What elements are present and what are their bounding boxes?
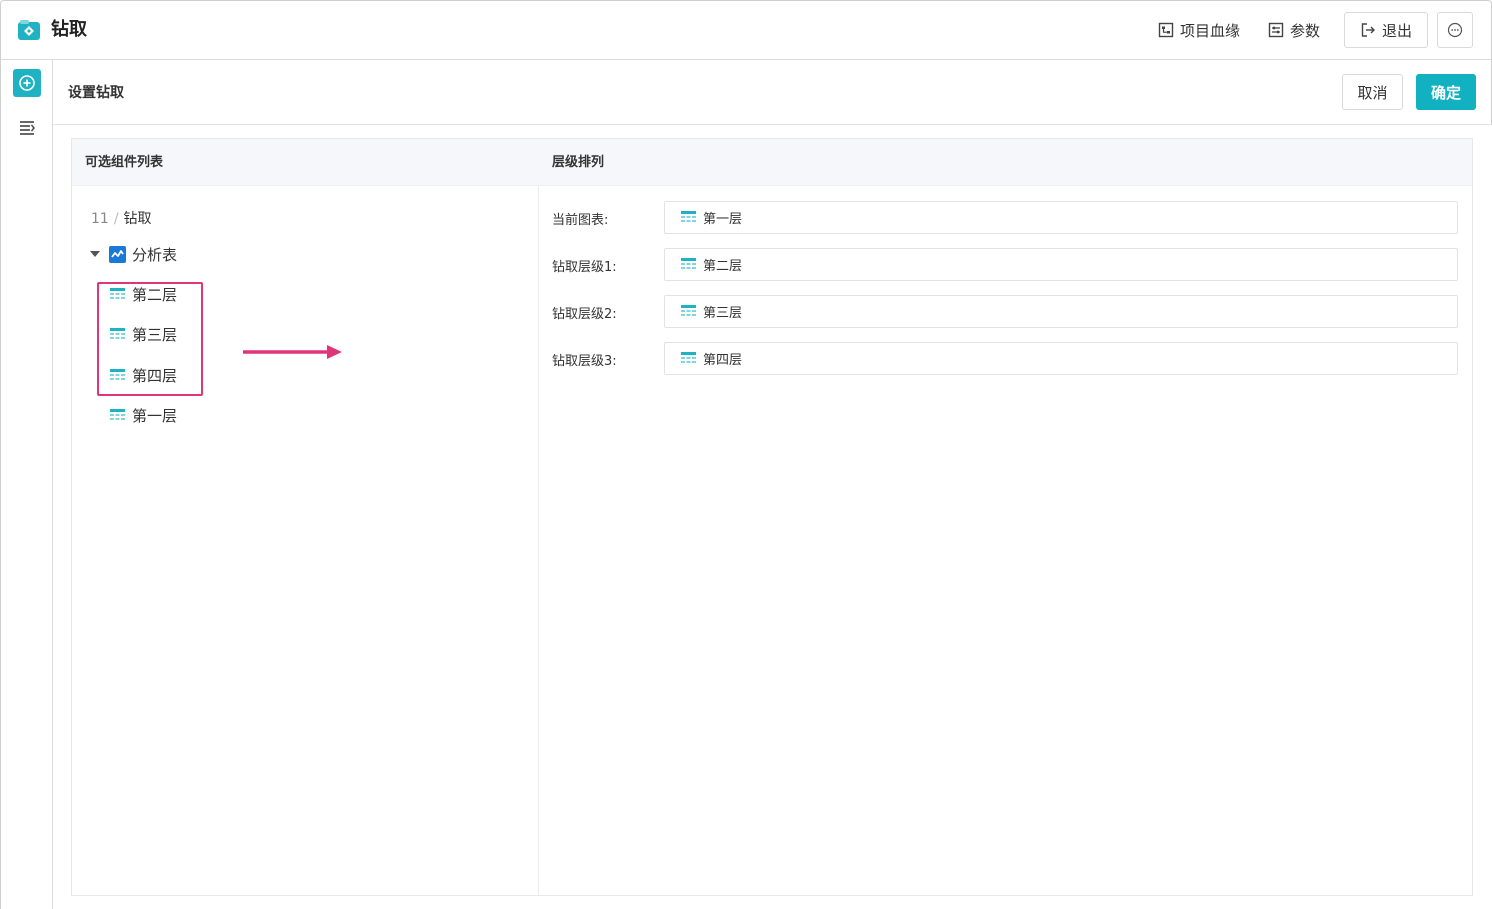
level-label: 钻取层级3: [552, 354, 617, 369]
breadcrumb: 11/钻取 [91, 208, 152, 228]
highlight-annotation-box [97, 282, 203, 396]
level-label: 钻取层级1: [552, 260, 617, 275]
breadcrumb-parent[interactable]: 11 [91, 211, 109, 227]
tree-item-label: 第一层 [132, 406, 178, 425]
table-icon [681, 305, 696, 316]
level-row-current: 当前图表: 第一层 [552, 201, 1458, 234]
level-field[interactable]: 第四层 [664, 342, 1458, 375]
line-chart-icon [109, 245, 126, 263]
level-row-drill-3: 钻取层级3: 第四层 [552, 342, 1458, 375]
table-icon [681, 211, 696, 222]
params-label: 参数 [1289, 21, 1320, 40]
table-icon [681, 352, 696, 363]
column-divider [538, 186, 539, 895]
right-arrow-annotation [243, 345, 342, 359]
level-value: 第二层 [703, 259, 743, 274]
confirm-button[interactable]: 确定 [1416, 74, 1476, 110]
exit-icon [1361, 23, 1375, 37]
tree-item-level-1[interactable]: 第一层 [110, 404, 177, 426]
tree-root-analysis-table[interactable]: 分析表 [90, 243, 177, 265]
app-title: 钻取 [51, 19, 87, 40]
left-rail [0, 60, 53, 909]
level-order-header: 层级排列 [538, 139, 1472, 186]
table-icon [110, 408, 125, 420]
app-logo-icon [18, 20, 40, 40]
top-actions: 项目血缘 参数 退出 [1158, 12, 1473, 48]
project-lineage-label: 项目血缘 [1179, 21, 1240, 40]
level-row-drill-2: 钻取层级2: 第三层 [552, 295, 1458, 328]
exit-button[interactable]: 退出 [1343, 12, 1428, 48]
level-field[interactable]: 第二层 [664, 248, 1458, 281]
cancel-button[interactable]: 取消 [1342, 74, 1403, 110]
drill-content: 可选组件列表 层级排列 11/钻取 分析表 第二层 第三层 第四层 第一层 当前… [71, 138, 1473, 896]
level-row-drill-1: 钻取层级1: 第二层 [552, 248, 1458, 281]
level-value: 第一层 [703, 212, 743, 227]
more-icon [1447, 22, 1463, 38]
params-button[interactable]: 参数 [1268, 20, 1320, 41]
level-label: 钻取层级2: [552, 307, 617, 322]
table-icon [681, 258, 696, 269]
list-icon[interactable] [18, 118, 36, 136]
drill-settings-header: 设置钻取 取消 确定 [53, 60, 1492, 125]
add-circle-icon [19, 75, 35, 91]
params-icon [1268, 22, 1284, 38]
panel-title: 设置钻取 [68, 85, 124, 101]
add-component-button[interactable] [13, 69, 41, 97]
level-field[interactable]: 第一层 [664, 201, 1458, 234]
level-value: 第三层 [703, 306, 743, 321]
level-label: 当前图表: [552, 213, 609, 228]
exit-label: 退出 [1381, 21, 1412, 40]
available-components-header: 可选组件列表 [72, 139, 538, 186]
breadcrumb-separator: / [113, 211, 119, 227]
top-bar: 钻取 项目血缘 参数 退出 [0, 0, 1492, 60]
project-lineage-button[interactable]: 项目血缘 [1158, 20, 1240, 41]
caret-down-icon[interactable] [90, 251, 100, 257]
level-field[interactable]: 第三层 [664, 295, 1458, 328]
tree-root-label: 分析表 [132, 245, 178, 264]
level-value: 第四层 [703, 353, 743, 368]
more-button[interactable] [1437, 12, 1473, 48]
breadcrumb-current: 钻取 [123, 211, 152, 227]
lineage-icon [1158, 22, 1174, 38]
